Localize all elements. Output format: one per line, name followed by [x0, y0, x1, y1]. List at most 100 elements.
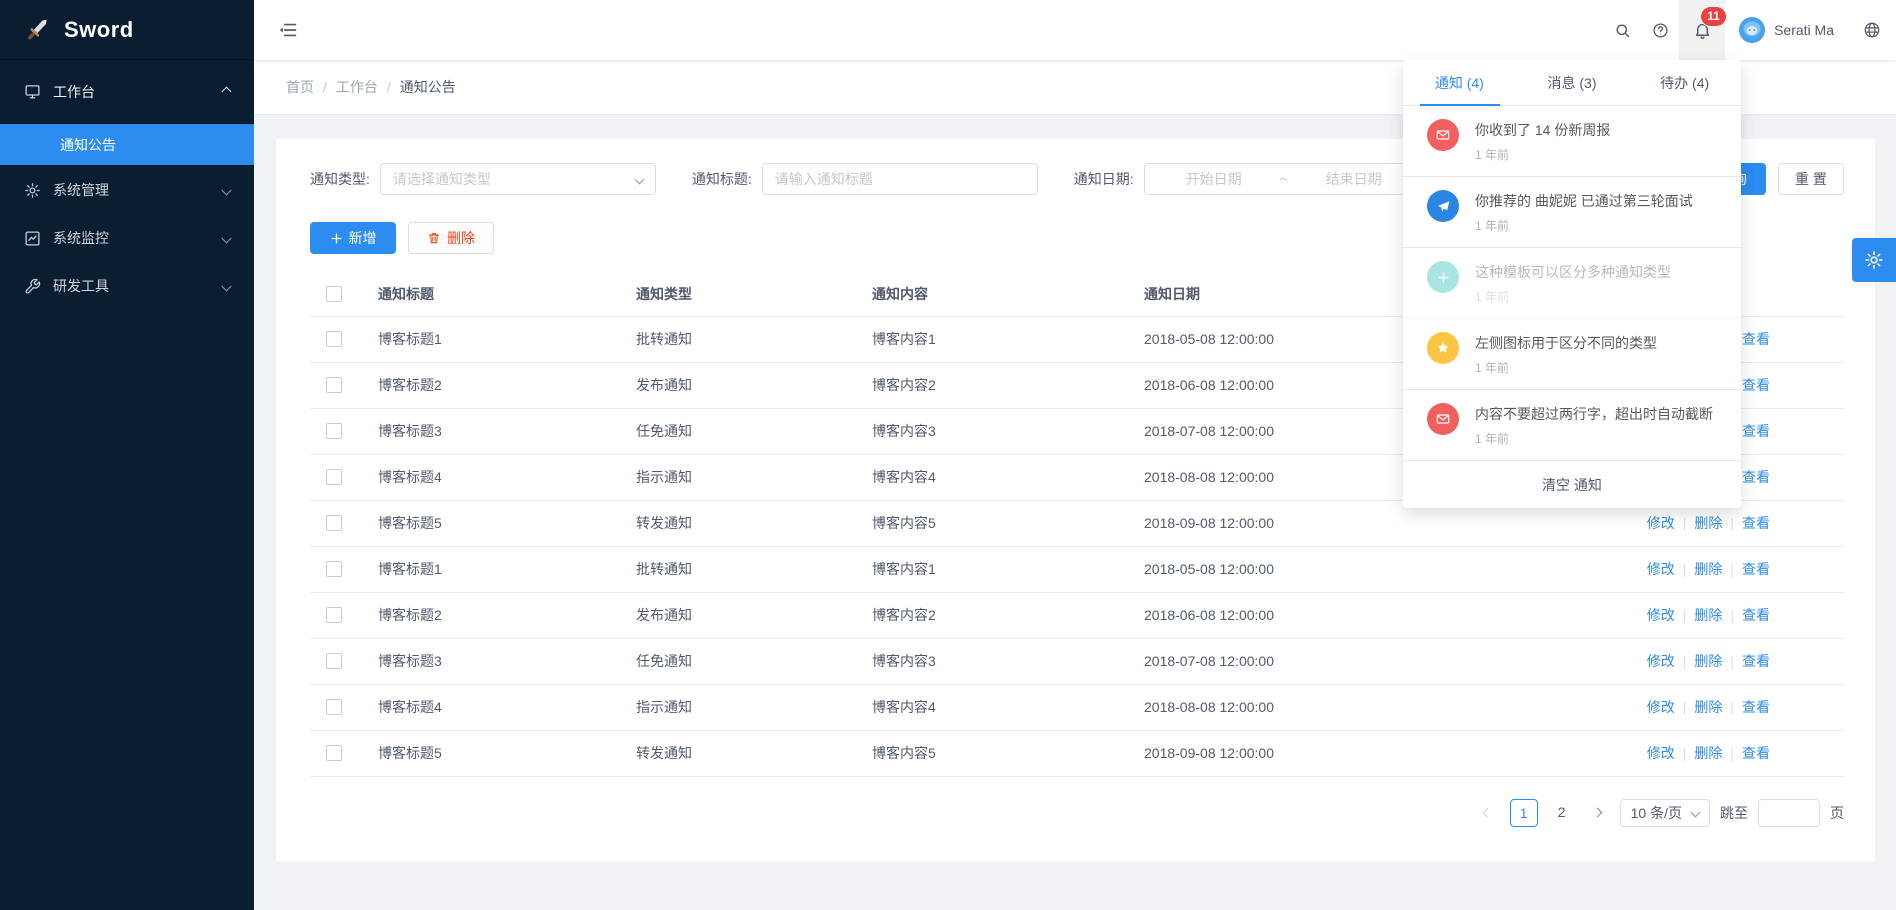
- next-page-button[interactable]: [1586, 799, 1610, 827]
- view-link[interactable]: 查看: [1742, 469, 1770, 485]
- row-checkbox[interactable]: [326, 331, 342, 347]
- delete-link[interactable]: 删除: [1694, 561, 1722, 577]
- edit-link[interactable]: 修改: [1647, 653, 1675, 669]
- page-size-select[interactable]: 10 条/页: [1620, 799, 1710, 827]
- divider: |: [1683, 607, 1687, 623]
- delete-link[interactable]: 删除: [1694, 699, 1722, 715]
- page-number-2[interactable]: 2: [1548, 799, 1576, 827]
- notification-badge: 11: [1701, 7, 1726, 26]
- divider: |: [1683, 699, 1687, 715]
- search-icon: [1614, 22, 1631, 39]
- tab-message[interactable]: 消息 (3): [1516, 60, 1629, 105]
- edit-link[interactable]: 修改: [1647, 607, 1675, 623]
- cell-title: 博客标题1: [366, 316, 624, 362]
- row-checkbox[interactable]: [326, 745, 342, 761]
- user-menu[interactable]: Serati Ma: [1725, 0, 1848, 60]
- table-row: 博客标题5 转发通知 博客内容5 2018-09-08 12:00:00 修改|…: [310, 730, 1844, 776]
- tab-notice[interactable]: 通知 (4): [1403, 60, 1516, 105]
- breadcrumb-workbench[interactable]: 工作台: [336, 77, 378, 97]
- row-checkbox[interactable]: [326, 561, 342, 577]
- notice-type-select[interactable]: 请选择通知类型: [380, 163, 656, 195]
- theme-settings-button[interactable]: [1852, 238, 1896, 282]
- reset-button[interactable]: 重 置: [1778, 163, 1844, 195]
- cell-content: 博客内容4: [860, 454, 1132, 500]
- notification-item[interactable]: 内容不要超过两行字，超出时自动截断 1 年前: [1403, 390, 1741, 461]
- divider: |: [1730, 745, 1734, 761]
- chevron-down-icon: [222, 185, 232, 195]
- row-checkbox[interactable]: [326, 699, 342, 715]
- star-icon: [1427, 332, 1459, 364]
- divider: |: [1730, 561, 1734, 577]
- row-checkbox[interactable]: [326, 377, 342, 393]
- sidebar-item-dev-tools[interactable]: 研发工具: [0, 262, 254, 310]
- notification-time: 1 年前: [1475, 359, 1657, 376]
- prev-page-button[interactable]: [1476, 799, 1500, 827]
- chevron-down-icon: [634, 174, 644, 184]
- view-link[interactable]: 查看: [1742, 423, 1770, 439]
- help-button[interactable]: [1641, 0, 1679, 60]
- app-logo[interactable]: Sword: [0, 0, 254, 60]
- edit-link[interactable]: 修改: [1647, 745, 1675, 761]
- add-button-label: 新增: [349, 228, 377, 248]
- menu-fold-button[interactable]: [278, 0, 298, 60]
- sidebar-subitem-label: 通知公告: [60, 135, 116, 155]
- sidebar-item-workbench[interactable]: 工作台: [0, 60, 254, 124]
- edit-link[interactable]: 修改: [1647, 515, 1675, 531]
- row-checkbox[interactable]: [326, 423, 342, 439]
- view-link[interactable]: 查看: [1742, 653, 1770, 669]
- notification-item-read[interactable]: 这种模板可以区分多种通知类型 1 年前: [1403, 248, 1741, 319]
- sidebar-item-system-monitor[interactable]: 系统监控: [0, 214, 254, 262]
- cell-content: 博客内容3: [860, 638, 1132, 684]
- clear-notifications-button[interactable]: 清空 通知: [1403, 461, 1741, 508]
- view-link[interactable]: 查看: [1742, 561, 1770, 577]
- notification-item[interactable]: 你收到了 14 份新周报 1 年前: [1403, 106, 1741, 177]
- divider: |: [1683, 515, 1687, 531]
- notifications-button[interactable]: 11: [1679, 0, 1725, 60]
- edit-link[interactable]: 修改: [1647, 561, 1675, 577]
- avatar: [1739, 17, 1765, 43]
- notice-title-input[interactable]: 请输入通知标题: [762, 163, 1038, 195]
- row-checkbox[interactable]: [326, 469, 342, 485]
- breadcrumb-home[interactable]: 首页: [286, 77, 314, 97]
- cell-date: 2018-09-08 12:00:00: [1132, 730, 1584, 776]
- cell-type: 转发通知: [624, 730, 860, 776]
- view-link[interactable]: 查看: [1742, 745, 1770, 761]
- monitor-icon: [24, 83, 41, 100]
- chevron-right-icon: [1593, 808, 1603, 818]
- view-link[interactable]: 查看: [1742, 515, 1770, 531]
- select-all-checkbox[interactable]: [326, 286, 342, 302]
- delete-link[interactable]: 删除: [1694, 607, 1722, 623]
- row-checkbox[interactable]: [326, 515, 342, 531]
- language-button[interactable]: [1848, 0, 1896, 60]
- row-checkbox[interactable]: [326, 607, 342, 623]
- view-link[interactable]: 查看: [1742, 377, 1770, 393]
- search-button[interactable]: [1603, 0, 1641, 60]
- sidebar-item-system-admin[interactable]: 系统管理: [0, 166, 254, 214]
- delete-link[interactable]: 删除: [1694, 515, 1722, 531]
- notification-item[interactable]: 左侧图标用于区分不同的类型 1 年前: [1403, 319, 1741, 390]
- jump-page-input[interactable]: [1758, 799, 1820, 827]
- add-button[interactable]: 新增: [310, 222, 396, 254]
- view-link[interactable]: 查看: [1742, 331, 1770, 347]
- sidebar-item-notice-active[interactable]: 通知公告: [0, 124, 254, 166]
- row-checkbox[interactable]: [326, 653, 342, 669]
- tab-todo[interactable]: 待办 (4): [1628, 60, 1741, 105]
- globe-icon: [1863, 21, 1881, 39]
- view-link[interactable]: 查看: [1742, 607, 1770, 623]
- delete-link[interactable]: 删除: [1694, 745, 1722, 761]
- plus-icon: [330, 232, 343, 245]
- notice-date-range-input[interactable]: 开始日期 ~ 结束日期: [1144, 163, 1424, 195]
- edit-link[interactable]: 修改: [1647, 699, 1675, 715]
- delete-link[interactable]: 删除: [1694, 653, 1722, 669]
- notification-time: 1 年前: [1475, 146, 1610, 163]
- cell-type: 指示通知: [624, 454, 860, 500]
- notification-item[interactable]: 你推荐的 曲妮妮 已通过第三轮面试 1 年前: [1403, 177, 1741, 248]
- sidebar-item-label: 研发工具: [53, 276, 223, 296]
- notification-time: 1 年前: [1475, 288, 1671, 305]
- divider: |: [1730, 653, 1734, 669]
- page-number-1[interactable]: 1: [1510, 799, 1538, 827]
- page-size-value: 10 条/页: [1631, 803, 1682, 823]
- delete-button[interactable]: 删除: [408, 222, 494, 254]
- view-link[interactable]: 查看: [1742, 699, 1770, 715]
- notification-title: 你收到了 14 份新周报: [1475, 120, 1610, 140]
